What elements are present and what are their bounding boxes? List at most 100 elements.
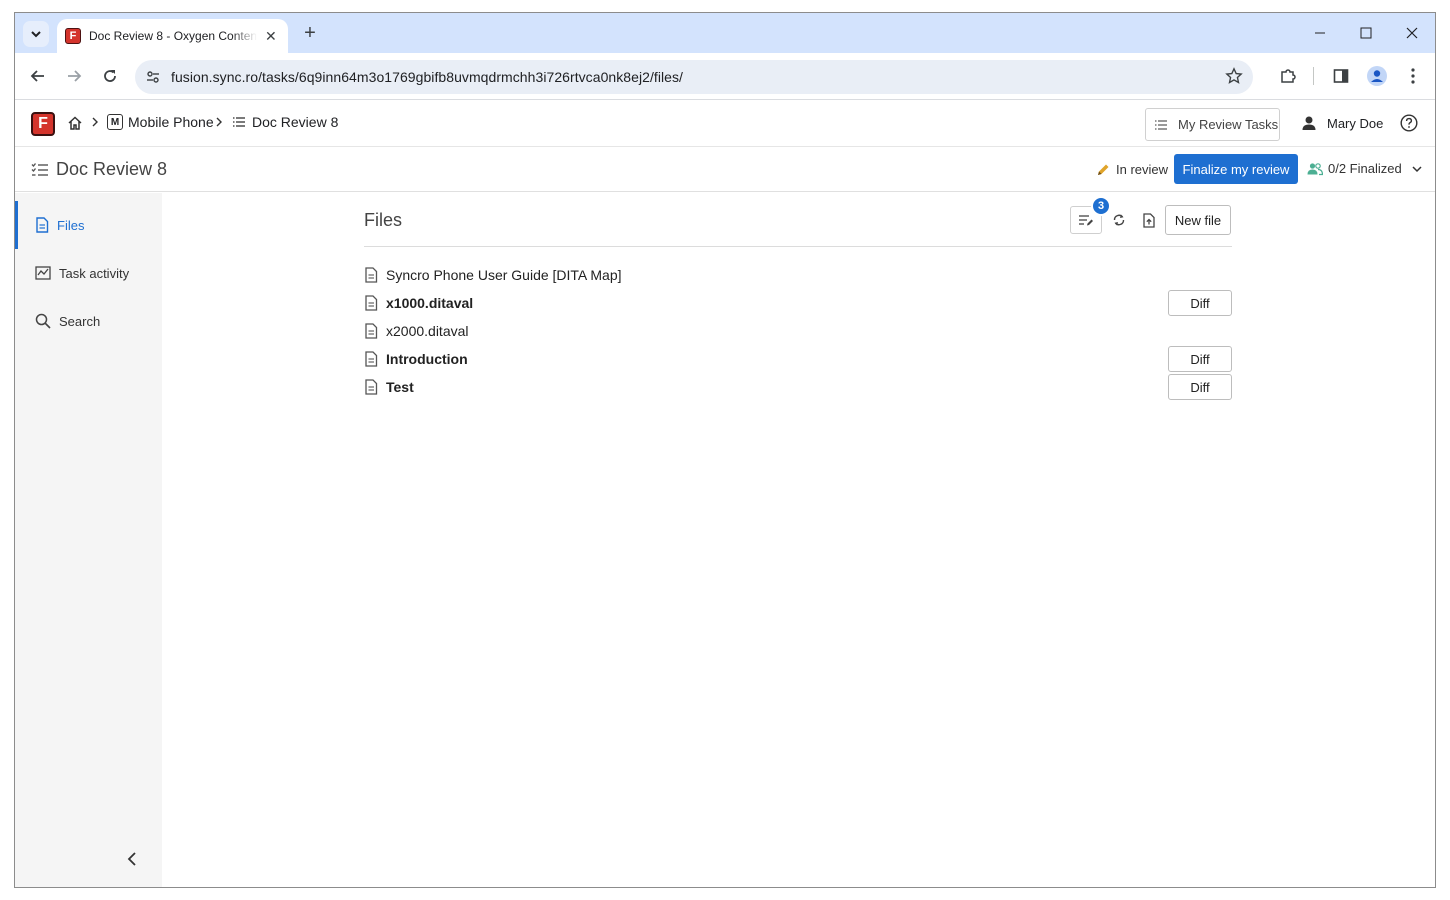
profile-button[interactable] — [1366, 65, 1388, 87]
site-info-icon[interactable] — [139, 63, 167, 91]
list-icon — [1155, 119, 1167, 130]
document-icon — [365, 351, 378, 367]
sidebar-item-label: Task activity — [59, 265, 130, 281]
files-header: Files 3 New file — [364, 196, 1232, 247]
chevron-down-icon — [1412, 165, 1422, 172]
arrow-left-icon — [30, 70, 44, 82]
task-header: Doc Review 8 In review Finalize my revie… — [15, 148, 1435, 192]
sidebar-item-search[interactable]: Search — [15, 297, 162, 345]
chevron-down-icon — [31, 31, 41, 38]
address-bar[interactable]: fusion.sync.ro/tasks/6q9inn64m3o1769gbif… — [135, 60, 1253, 94]
collapse-sidebar-button[interactable] — [127, 852, 137, 871]
puzzle-icon — [1281, 69, 1296, 83]
maximize-icon — [1360, 27, 1372, 39]
breadcrumb-task-label: Doc Review 8 — [252, 114, 339, 130]
reload-icon — [104, 70, 116, 82]
arrow-right-icon — [68, 70, 82, 82]
new-file-button[interactable]: New file — [1165, 205, 1231, 235]
checklist-icon — [31, 162, 48, 176]
diff-button[interactable]: Diff — [1168, 374, 1232, 400]
breadcrumb-chevron-icon — [215, 116, 223, 130]
minimize-button[interactable] — [1297, 13, 1343, 53]
home-icon — [68, 116, 82, 130]
maximize-button[interactable] — [1343, 13, 1389, 53]
url-text: fusion.sync.ro/tasks/6q9inn64m3o1769gbif… — [171, 69, 683, 85]
breadcrumb-project-label: Mobile Phone — [128, 114, 214, 130]
back-button[interactable] — [27, 65, 49, 87]
file-name[interactable]: Syncro Phone User Guide [DITA Map] — [386, 267, 622, 283]
user-icon — [1302, 116, 1316, 130]
sidebar-item-label: Search — [59, 313, 101, 329]
sidebar-item-task-activity[interactable]: Task activity — [15, 249, 162, 297]
user-name: Mary Doe — [1327, 115, 1384, 131]
side-panel-button[interactable] — [1330, 65, 1352, 87]
diff-button[interactable]: Diff — [1168, 346, 1232, 372]
sidebar-item-files[interactable]: Files — [15, 201, 162, 249]
user-menu[interactable]: Mary Doe — [1301, 115, 1383, 131]
tab-search-button[interactable] — [23, 21, 49, 47]
document-icon — [365, 267, 378, 283]
tab-strip: F Doc Review 8 - Oxygen Content Fusion ✕… — [15, 13, 1435, 53]
minimize-icon — [1315, 32, 1325, 34]
activity-icon — [35, 266, 51, 280]
app-header: F M Mobile Phone Doc Review 8 My Review … — [15, 101, 1435, 147]
upload-file-button[interactable] — [1140, 211, 1158, 229]
file-row[interactable]: Test Diff — [364, 373, 1232, 401]
finalized-count: 0/2 Finalized — [1328, 161, 1402, 176]
file-row[interactable]: x1000.ditaval Diff — [364, 289, 1232, 317]
bookmark-star-icon[interactable] — [1225, 67, 1243, 90]
tab-title: Doc Review 8 - Oxygen Content Fusion — [89, 29, 257, 43]
app-logo[interactable]: F — [31, 112, 55, 136]
reload-button[interactable] — [99, 65, 121, 87]
new-tab-button[interactable]: + — [299, 22, 321, 44]
upload-file-icon — [1143, 212, 1155, 228]
files-title: Files — [364, 210, 403, 230]
sync-button[interactable] — [1110, 211, 1128, 229]
browser-window: F Doc Review 8 - Oxygen Content Fusion ✕… — [14, 12, 1436, 888]
task-title: Doc Review 8 — [31, 159, 167, 180]
my-review-tasks-label: My Review Tasks — [1178, 117, 1279, 132]
pencil-icon — [1098, 164, 1109, 175]
task-title-text: Doc Review 8 — [56, 159, 168, 179]
toolbar-divider — [1313, 67, 1314, 85]
extensions-button[interactable] — [1277, 65, 1299, 87]
file-icon — [36, 217, 49, 233]
browser-menu-button[interactable] — [1402, 65, 1424, 87]
file-name[interactable]: x1000.ditaval — [386, 295, 473, 311]
my-review-tasks-button[interactable]: My Review Tasks — [1145, 108, 1280, 141]
document-icon — [365, 379, 378, 395]
sidebar-item-label: Files — [57, 217, 85, 233]
sidebar: Files Task activity Search — [15, 193, 162, 887]
file-name[interactable]: Introduction — [386, 351, 468, 367]
close-icon — [1406, 27, 1418, 39]
breadcrumb-task[interactable]: Doc Review 8 — [232, 114, 338, 130]
breadcrumb-chevron-icon — [91, 116, 99, 130]
file-row[interactable]: Introduction Diff — [364, 345, 1232, 373]
status-badge: In review — [1097, 162, 1168, 177]
chevron-left-icon — [127, 852, 136, 866]
home-link[interactable] — [67, 115, 83, 131]
kebab-menu-icon — [1411, 68, 1415, 84]
forward-button[interactable] — [63, 65, 85, 87]
finalized-dropdown[interactable]: 0/2 Finalized — [1307, 161, 1422, 176]
document-icon — [365, 295, 378, 311]
document-icon — [365, 323, 378, 339]
breadcrumb-project[interactable]: M Mobile Phone — [107, 114, 214, 130]
help-button[interactable] — [1400, 114, 1418, 137]
sync-icon — [1113, 214, 1125, 226]
annotation-count-badge: 3 — [1091, 196, 1111, 216]
file-name[interactable]: x2000.ditaval — [386, 323, 469, 339]
close-tab-icon[interactable]: ✕ — [265, 28, 277, 45]
browser-tab[interactable]: F Doc Review 8 - Oxygen Content Fusion ✕ — [57, 19, 288, 53]
edit-list-icon — [1079, 215, 1093, 226]
status-text: In review — [1116, 162, 1169, 177]
task-list-icon — [233, 117, 245, 127]
close-window-button[interactable] — [1389, 13, 1435, 53]
finalize-review-button[interactable]: Finalize my review — [1174, 154, 1298, 184]
file-name[interactable]: Test — [386, 379, 414, 395]
users-icon — [1307, 162, 1323, 175]
favicon-icon: F — [65, 28, 81, 44]
diff-button[interactable]: Diff — [1168, 290, 1232, 316]
file-row[interactable]: Syncro Phone User Guide [DITA Map] — [364, 261, 1232, 289]
file-row[interactable]: x2000.ditaval — [364, 317, 1232, 345]
